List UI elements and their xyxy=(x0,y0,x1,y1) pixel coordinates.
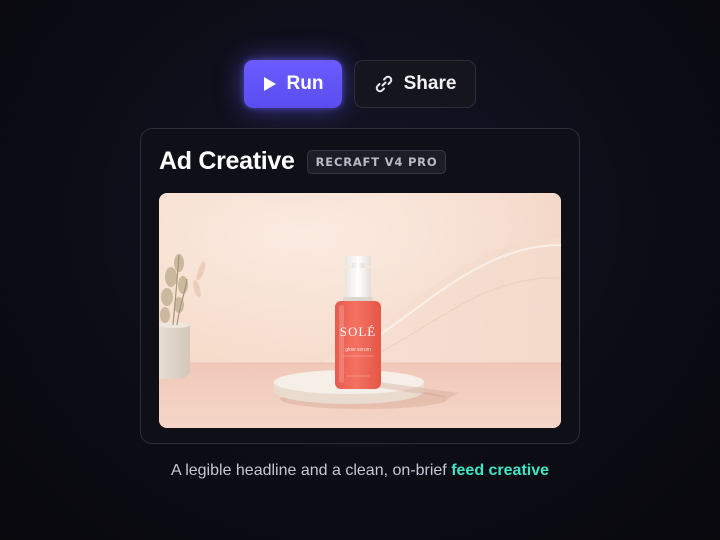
ad-creative-card: Ad Creative RECRAFT V4 PRO SOLÉ glow ser… xyxy=(140,128,580,444)
model-badge: RECRAFT V4 PRO xyxy=(306,149,447,174)
run-button-label: Run xyxy=(286,73,324,94)
bottle-product-line: glow serum xyxy=(345,347,371,353)
caption-highlight: feed creative xyxy=(451,462,550,479)
share-button[interactable]: Share xyxy=(354,60,476,108)
link-icon xyxy=(374,74,394,94)
generated-image[interactable]: SOLÉ glow serum xyxy=(159,193,561,428)
card-header: Ad Creative RECRAFT V4 PRO xyxy=(159,147,447,176)
run-button[interactable]: Run xyxy=(244,60,342,108)
share-button-label: Share xyxy=(403,73,457,94)
caption: A legible headline and a clean, on-brief… xyxy=(0,462,720,480)
action-bar: Run Share xyxy=(0,60,720,108)
product-photo: SOLÉ glow serum xyxy=(159,193,561,428)
bottle-brand-text: SOLÉ xyxy=(340,324,377,339)
play-icon xyxy=(263,76,277,92)
card-title: Ad Creative xyxy=(159,147,295,175)
caption-text: A legible headline and a clean, on-brief xyxy=(170,462,447,479)
